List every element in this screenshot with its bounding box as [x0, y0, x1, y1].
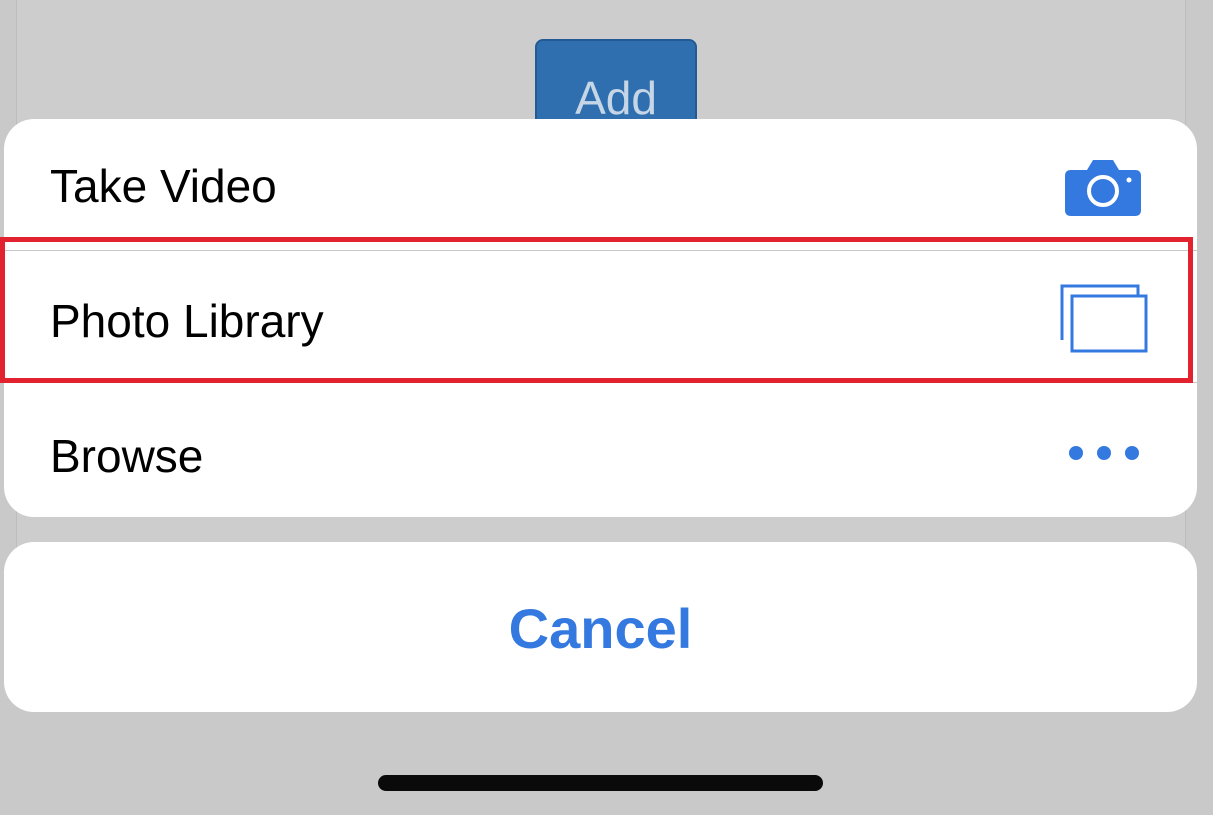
- browse-label: Browse: [50, 430, 204, 482]
- photo-library-label: Photo Library: [50, 295, 324, 347]
- photo-library-icon: [1060, 282, 1150, 359]
- cancel-button[interactable]: Cancel: [4, 542, 1197, 712]
- cancel-label: Cancel: [508, 597, 693, 660]
- more-dots-icon: [1067, 444, 1143, 467]
- home-indicator[interactable]: [378, 775, 823, 791]
- take-video-label: Take Video: [50, 160, 277, 212]
- screen: Add Take Video Photo Library Browse Canc…: [0, 0, 1213, 815]
- camera-icon: [1065, 156, 1141, 221]
- action-sheet: Take Video Photo Library Browse: [4, 119, 1197, 517]
